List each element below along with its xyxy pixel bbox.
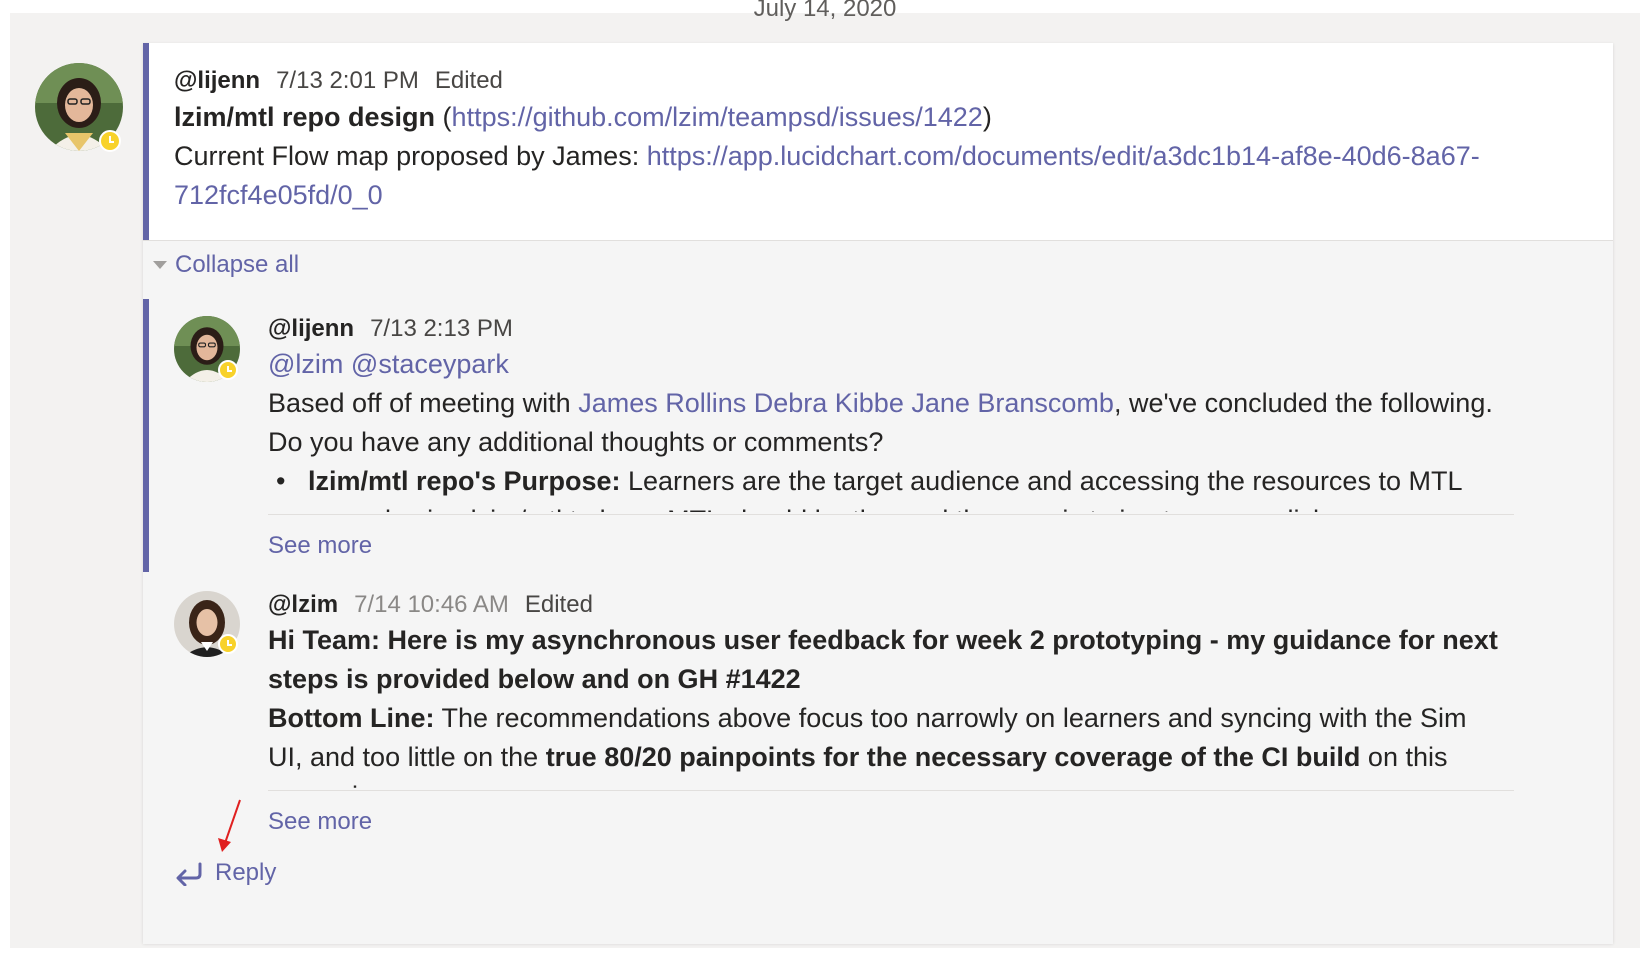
flow-map-line: Current Flow map proposed by James: http… <box>174 137 1480 176</box>
message-header: @lijenn 7/13 2:01 PM Edited <box>174 67 503 95</box>
fade-divider <box>268 514 1514 515</box>
text-prefix: UI, and too little on the <box>268 742 546 772</box>
reply-label: Reply <box>215 859 277 886</box>
truncated-content: UI, and too little on the true 80/20 pai… <box>268 738 1518 788</box>
message-text-suffix: , we've concluded the following. <box>1113 388 1493 418</box>
author-name[interactable]: @lijenn <box>174 67 260 94</box>
see-more-link[interactable]: See more <box>268 532 372 560</box>
mentions-line: @lzim @staceypark <box>268 345 509 384</box>
timestamp: 7/13 2:01 PM <box>276 67 419 94</box>
truncated-content: • lzim/mtl repo's Purpose: Learners are t… <box>268 462 1518 512</box>
bullet-label: lzim/mtl repo's Purpose: <box>308 466 621 496</box>
see-more-link[interactable]: See more <box>268 808 372 836</box>
message-text-cut: repo, given: <box>268 777 409 788</box>
message-title: lzim/mtl repo design <box>174 102 436 132</box>
collapse-all-label: Collapse all <box>175 251 300 278</box>
message-text-prefix: Based off of meeting with <box>268 388 579 418</box>
flow-map-line-2: 712fcf4e05fd/0_0 <box>174 176 383 215</box>
caret-down-icon <box>153 261 167 269</box>
chat-canvas: July 14, 2020 @lijenn 7/13 2:01 PM Edited … <box>10 0 1640 948</box>
emphasis-text: true 80/20 painpoints for the necessary … <box>545 742 1361 772</box>
bullet-item: • lzim/mtl repo's Purpose: Learners are t… <box>276 462 1463 501</box>
bottom-line-text: The recommendations above focus too narr… <box>434 703 1467 733</box>
highlight-bar <box>143 299 149 572</box>
thread-card: @lijenn 7/13 2:01 PM Edited lzim/mtl repo … <box>143 43 1613 944</box>
bullet-text: Learners are the target audience and acc… <box>620 466 1463 496</box>
message-title-line: lzim/mtl repo design (https://github.com… <box>174 98 992 137</box>
timestamp: 7/13 2:13 PM <box>370 315 513 342</box>
message-header: @lzim 7/14 10:46 AM Edited <box>268 591 593 619</box>
root-message: @lijenn 7/13 2:01 PM Edited lzim/mtl repo … <box>143 43 1613 240</box>
message-text: Based off of meeting with James Rollins … <box>268 384 1493 423</box>
message-text: UI, and too little on the true 80/20 pai… <box>268 738 1447 777</box>
mentioned-people[interactable]: James Rollins Debra Kibbe Jane Branscomb <box>578 388 1114 418</box>
mention-lzim[interactable]: @lzim <box>268 349 343 379</box>
paren-close: ) <box>982 102 992 132</box>
headline-line-2: steps is provided below and on GH #1422 <box>268 664 801 694</box>
fade-divider <box>268 790 1514 791</box>
paren-open: ( <box>435 102 452 132</box>
collapse-all-button[interactable]: Collapse all <box>153 251 299 279</box>
bottom-line-label: Bottom Line: <box>268 703 435 733</box>
headline-line-1: Hi Team: Here is my asynchronous user fe… <box>268 625 1498 655</box>
flow-map-text: Current Flow map proposed by James: <box>174 141 647 171</box>
annotation-arrow-icon <box>218 799 241 852</box>
author-name[interactable]: @lijenn <box>268 315 354 342</box>
bullet-text-cut: and using lzim/mtl to learn MTL should b… <box>346 501 1328 512</box>
reply-button[interactable]: Reply <box>173 859 276 887</box>
edited-label: Edited <box>524 591 593 618</box>
replies-section: Collapse all @lijenn 7/13 2:13 PM @lzim … <box>143 240 1613 944</box>
message-text-2: Do you have any additional thoughts or c… <box>268 427 884 457</box>
away-status-icon <box>218 634 238 654</box>
timestamp: 7/14 10:46 AM <box>354 591 509 618</box>
date-divider: July 14, 2020 <box>753 0 897 22</box>
reply-arrow-icon <box>176 862 202 886</box>
bullet-dot-icon: • <box>276 466 286 496</box>
away-status-icon <box>99 130 121 152</box>
lucidchart-link[interactable]: https://app.lucidchart.com/documents/edi… <box>647 141 1480 171</box>
lucidchart-link-continued[interactable]: 712fcf4e05fd/0_0 <box>174 180 383 210</box>
mention-staceypark[interactable]: @staceypark <box>351 349 509 379</box>
github-issue-link[interactable]: https://github.com/lzim/teampsd/issues/1… <box>452 102 983 132</box>
bottom-line: Bottom Line: The recommendations above f… <box>268 699 1467 738</box>
text-suffix: on this <box>1360 742 1448 772</box>
away-status-icon <box>218 360 238 380</box>
author-name[interactable]: @lzim <box>268 591 338 618</box>
message-header: @lijenn 7/13 2:13 PM <box>268 315 513 343</box>
edited-label: Edited <box>434 67 503 94</box>
